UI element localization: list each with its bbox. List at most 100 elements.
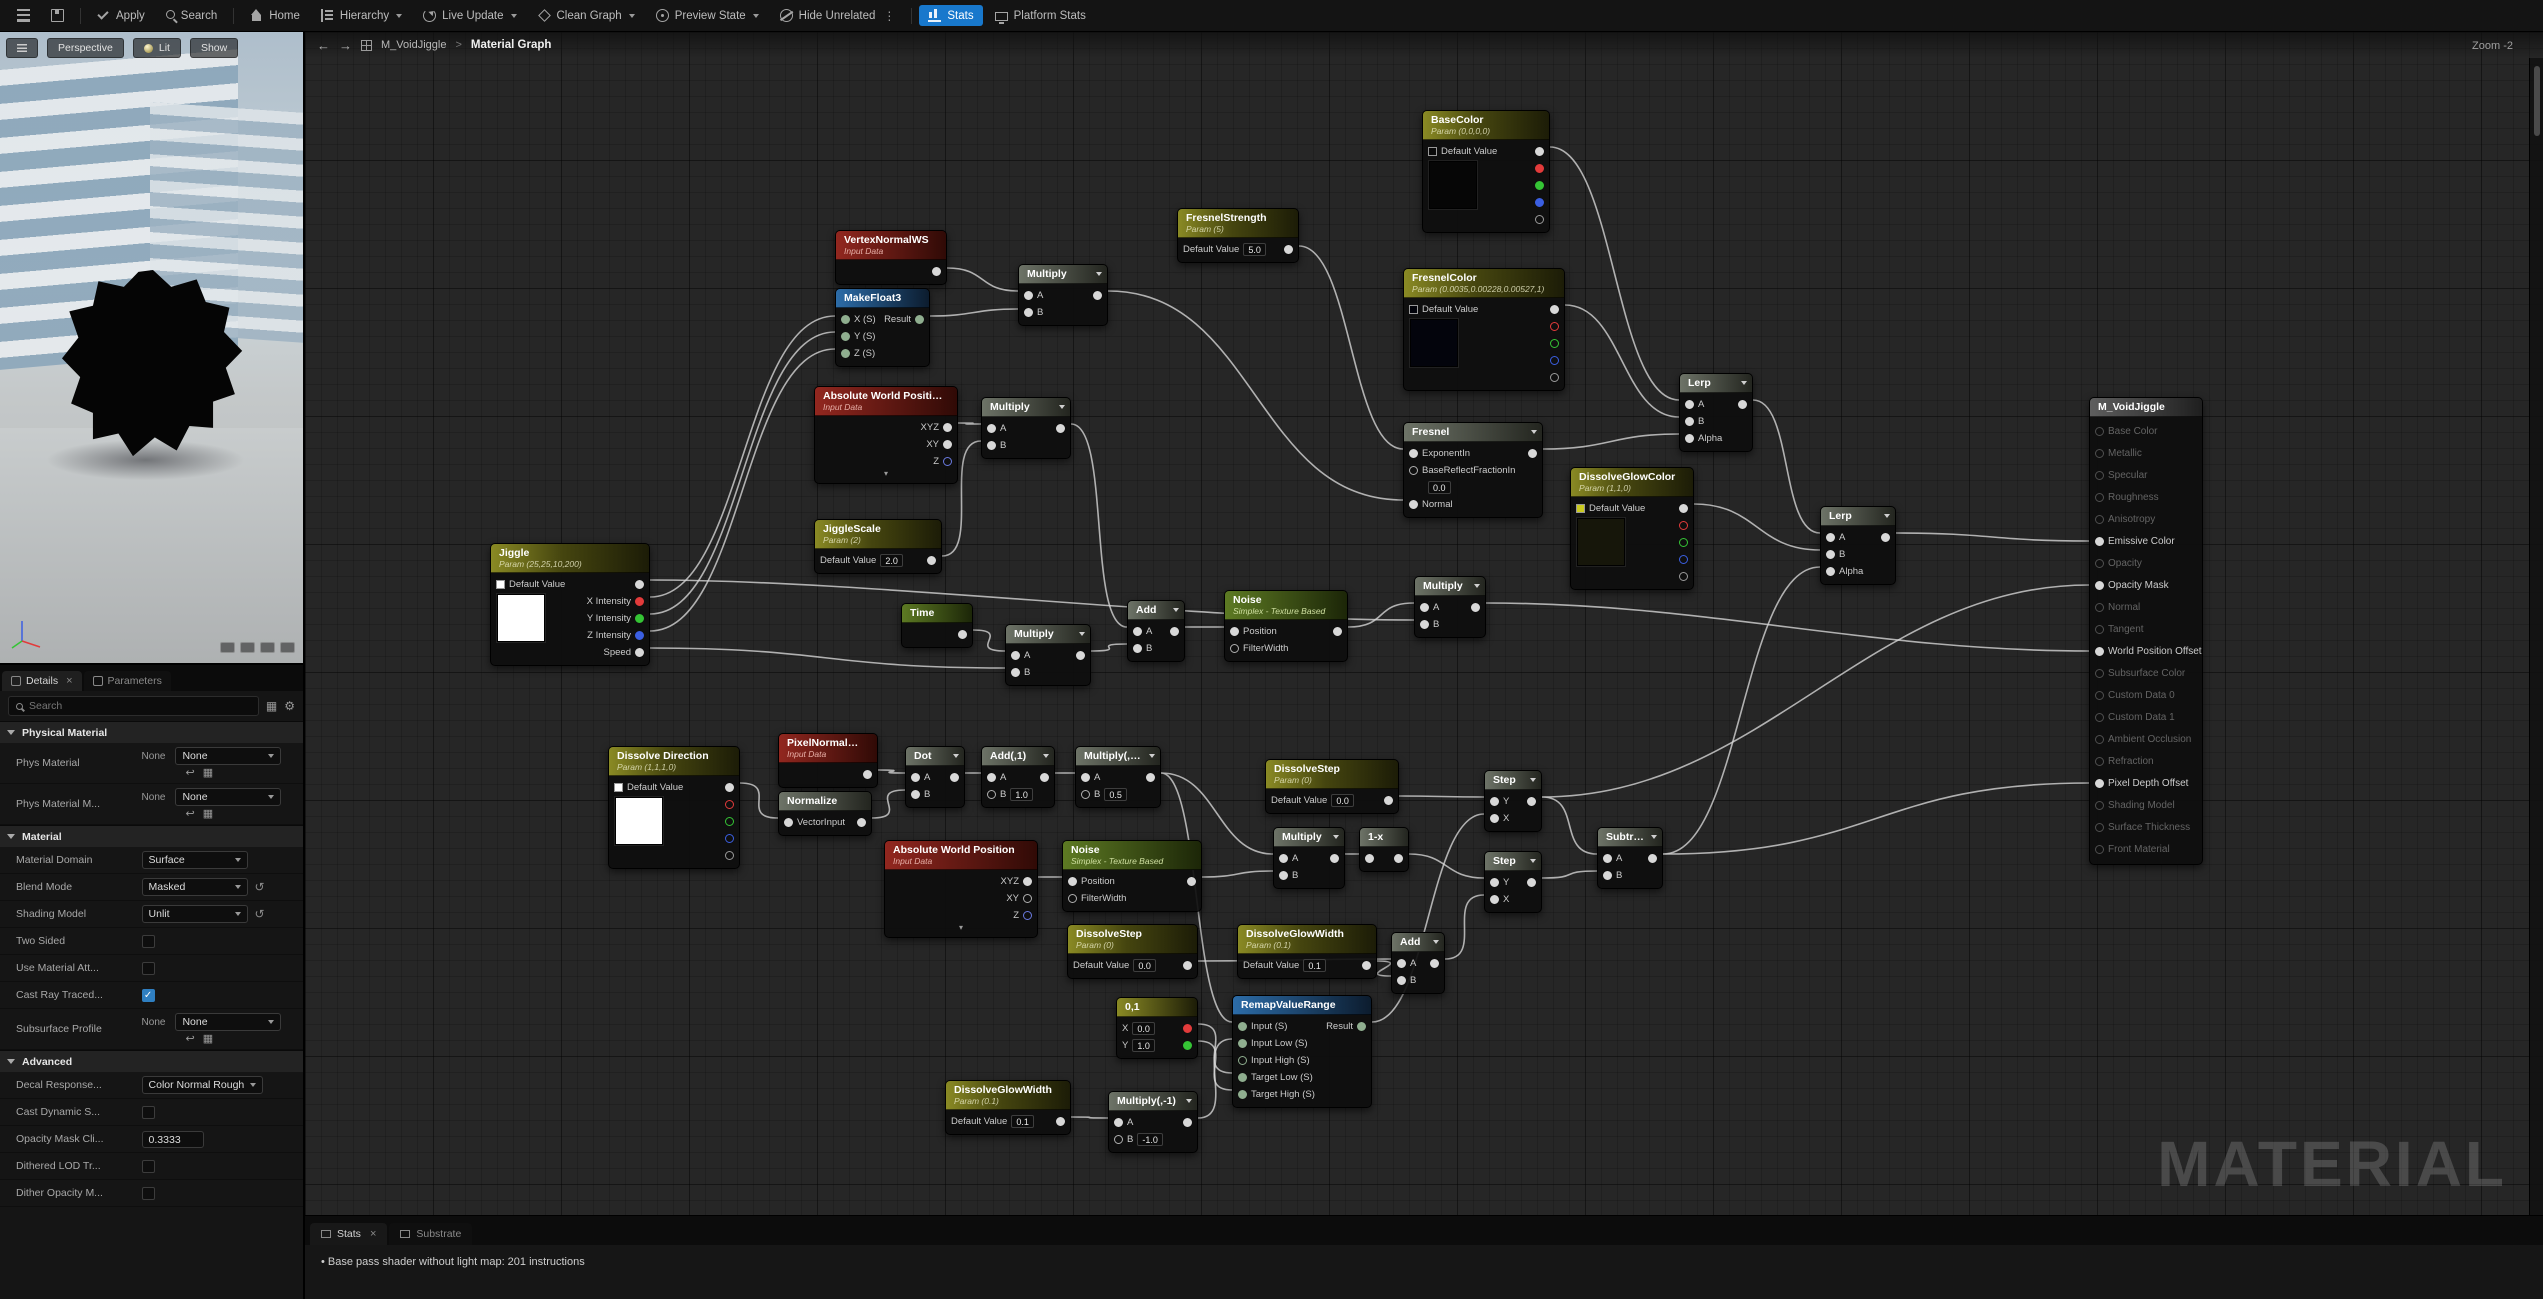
pin-out[interactable] bbox=[1183, 1041, 1192, 1050]
pin-in[interactable] bbox=[2095, 713, 2104, 722]
node-header[interactable]: NoiseSimplex - Texture Based bbox=[1225, 591, 1347, 620]
pin-out[interactable] bbox=[635, 648, 644, 657]
show-button[interactable]: Show bbox=[190, 38, 238, 58]
pin-out[interactable] bbox=[725, 783, 734, 792]
pin-in[interactable] bbox=[1685, 417, 1694, 426]
forward-button[interactable]: → bbox=[339, 39, 352, 52]
node-fresnel-color[interactable]: FresnelColorParam (0.0035,0.00228,0.0052… bbox=[1403, 268, 1565, 391]
use-selected-asset-icon[interactable]: ↩ bbox=[186, 768, 195, 779]
tab-substrate[interactable]: Substrate bbox=[389, 1223, 472, 1245]
toolbar-hide-unrelated[interactable]: Hide Unrelated⋮ bbox=[771, 5, 905, 27]
pin-in[interactable] bbox=[2095, 691, 2104, 700]
pin-out[interactable] bbox=[927, 556, 936, 565]
pin-in[interactable] bbox=[987, 441, 996, 450]
section-header[interactable]: Physical Material bbox=[0, 721, 303, 743]
toolbar-live-update[interactable]: Live Update bbox=[414, 5, 525, 26]
pin-out[interactable] bbox=[1535, 215, 1544, 224]
pin-out[interactable] bbox=[1535, 181, 1544, 190]
pin-out[interactable] bbox=[1394, 854, 1403, 863]
pin-in[interactable] bbox=[1024, 308, 1033, 317]
use-selected-asset-icon[interactable]: ↩ bbox=[186, 1034, 195, 1045]
pin-in[interactable] bbox=[1133, 627, 1142, 636]
node-fresnel[interactable]: FresnelExponentInBaseReflectFractionIn0.… bbox=[1403, 422, 1543, 518]
section-header[interactable]: Material bbox=[0, 825, 303, 847]
input-opacity-mask-cli[interactable]: 0.3333 bbox=[142, 1131, 204, 1148]
pin-in[interactable] bbox=[1114, 1135, 1123, 1144]
node-header[interactable]: DissolveGlowColorParam (1,1,0) bbox=[1571, 468, 1693, 497]
pin-in[interactable] bbox=[987, 424, 996, 433]
pin-out[interactable] bbox=[1550, 305, 1559, 314]
reset-to-default-icon[interactable]: ↺ bbox=[255, 907, 265, 921]
pin-out[interactable] bbox=[857, 818, 866, 827]
node-header[interactable]: DissolveGlowWidthParam (0.1) bbox=[946, 1081, 1070, 1110]
browse-asset-icon[interactable]: ▦ bbox=[203, 1034, 213, 1045]
dropdown-blend-mode[interactable]: Masked bbox=[142, 878, 248, 896]
pin-in[interactable] bbox=[1238, 1056, 1247, 1065]
node-header[interactable]: Fresnel bbox=[1404, 423, 1542, 442]
node-header[interactable]: Absolute World PositionInput Data bbox=[885, 841, 1037, 870]
node-header[interactable]: DissolveStepParam (0) bbox=[1266, 760, 1398, 789]
node-make-float3[interactable]: MakeFloat3X (S)ResultY (S)Z (S) bbox=[835, 288, 930, 367]
node-normalize[interactable]: NormalizeVectorInput bbox=[778, 791, 872, 836]
dropdown-decal-response[interactable]: Color Normal Rough bbox=[142, 1076, 264, 1094]
search-box[interactable] bbox=[8, 696, 259, 716]
node-dissolve-glow-width-2[interactable]: DissolveGlowWidthParam (0.1)Default Valu… bbox=[945, 1080, 1071, 1135]
node-add-2[interactable]: AddAB bbox=[1391, 932, 1445, 994]
pin-out[interactable] bbox=[1550, 322, 1559, 331]
pin-out[interactable] bbox=[1357, 1022, 1366, 1031]
node-step-1[interactable]: StepYX bbox=[1484, 770, 1542, 832]
node-header[interactable]: Step bbox=[1485, 852, 1541, 871]
pin-out[interactable] bbox=[1330, 854, 1339, 863]
pin-in[interactable] bbox=[841, 315, 850, 324]
pin-out[interactable] bbox=[915, 315, 924, 324]
pin-out[interactable] bbox=[1187, 877, 1196, 886]
dropdown-material-domain[interactable]: Surface bbox=[142, 851, 248, 869]
preview-mesh-plane-icon[interactable] bbox=[260, 642, 275, 653]
pin-out[interactable] bbox=[943, 423, 952, 432]
value-input[interactable]: 0.1 bbox=[1303, 959, 1326, 972]
pin-in[interactable] bbox=[2095, 669, 2104, 678]
node-header[interactable]: MakeFloat3 bbox=[836, 289, 929, 308]
pin-out[interactable] bbox=[725, 817, 734, 826]
pin-out[interactable] bbox=[1056, 1117, 1065, 1126]
pin-in[interactable] bbox=[1490, 878, 1499, 887]
checkbox-cast-dynamic-s[interactable] bbox=[142, 1106, 155, 1119]
pin-out[interactable] bbox=[943, 457, 952, 466]
node-lerp-1[interactable]: LerpABAlpha bbox=[1679, 373, 1753, 452]
pin-in[interactable] bbox=[1081, 790, 1090, 799]
breadcrumb-root[interactable]: M_VoidJiggle bbox=[381, 39, 446, 51]
use-selected-asset-icon[interactable]: ↩ bbox=[186, 809, 195, 820]
node-dissolve-glow-width-1[interactable]: DissolveGlowWidthParam (0.1)Default Valu… bbox=[1237, 924, 1377, 979]
color-swatch[interactable] bbox=[1428, 147, 1437, 156]
pin-out[interactable] bbox=[1023, 877, 1032, 886]
pin-in[interactable] bbox=[2095, 581, 2104, 590]
node-header[interactable]: VertexNormalWSInput Data bbox=[836, 231, 946, 260]
pin-in[interactable] bbox=[1826, 567, 1835, 576]
node-vertex-normal-ws[interactable]: VertexNormalWSInput Data bbox=[835, 230, 947, 285]
node-header[interactable]: Multiply bbox=[1019, 265, 1107, 284]
node-dissolve-step-1[interactable]: DissolveStepParam (0)Default Value0.0 bbox=[1265, 759, 1399, 814]
value-input[interactable]: 0.5 bbox=[1104, 788, 1127, 801]
back-button[interactable]: ← bbox=[317, 39, 330, 52]
pin-out[interactable] bbox=[1284, 245, 1293, 254]
checkbox-cast-ray-traced[interactable]: ✓ bbox=[142, 989, 155, 1002]
node-header[interactable]: Time bbox=[902, 604, 972, 623]
node-header[interactable]: Multiply(,0.5) bbox=[1076, 747, 1160, 766]
checkbox-two-sided[interactable] bbox=[142, 935, 155, 948]
pin-in[interactable] bbox=[1409, 466, 1418, 475]
tab-stats[interactable]: Stats × bbox=[310, 1223, 387, 1245]
pin-in[interactable] bbox=[1024, 291, 1033, 300]
pin-out[interactable] bbox=[1679, 521, 1688, 530]
pin-in[interactable] bbox=[1279, 854, 1288, 863]
viewport-menu-button[interactable] bbox=[6, 38, 38, 58]
node-header[interactable]: Multiply bbox=[982, 398, 1070, 417]
pin-out[interactable] bbox=[943, 440, 952, 449]
node-header[interactable]: M_VoidJiggle bbox=[2090, 398, 2202, 417]
node-header[interactable]: Multiply bbox=[1415, 577, 1485, 596]
expand-node-icon[interactable]: ▾ bbox=[885, 924, 1037, 933]
node-dot[interactable]: DotAB bbox=[905, 746, 965, 808]
node-header[interactable]: PixelNormalWSInput Data bbox=[779, 734, 877, 763]
pin-out[interactable] bbox=[1527, 878, 1536, 887]
pin-out[interactable] bbox=[635, 580, 644, 589]
node-add-1[interactable]: AddAB bbox=[1127, 600, 1185, 662]
